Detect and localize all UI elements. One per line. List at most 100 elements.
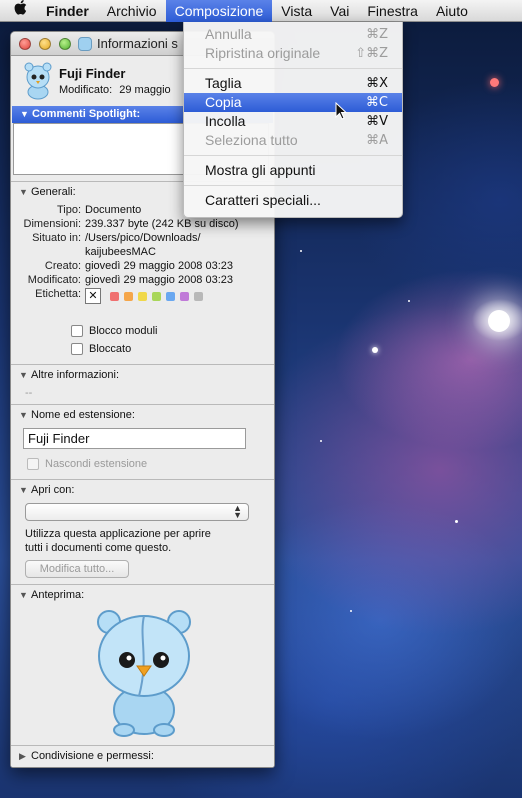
disclosure-open-icon[interactable]: ▼ xyxy=(19,407,31,424)
open-with-desc-line: tutti i documenti come questo. xyxy=(25,542,172,554)
menu-item-undo[interactable]: Annulla ⌘Z xyxy=(184,25,402,44)
file-icon xyxy=(24,62,52,100)
name-field[interactable]: Fuji Finder xyxy=(23,428,246,449)
menu-item-label: Copia xyxy=(205,94,242,110)
menu-aiuto[interactable]: Aiuto xyxy=(427,0,477,22)
menu-bar: Finder Archivio Composizione Vista Vai F… xyxy=(0,0,522,22)
info-row: Dimensioni: 239.337 byte (242 KB su disco… xyxy=(11,217,274,231)
menu-item-shortcut: ⌘A xyxy=(366,133,388,148)
info-key: Tipo: xyxy=(56,204,81,216)
menu-vai[interactable]: Vai xyxy=(321,0,358,22)
divider xyxy=(11,479,274,480)
modified-label: Modificato: xyxy=(59,84,113,96)
apple-menu-icon[interactable] xyxy=(0,0,37,22)
disclosure-open-icon[interactable]: ▼ xyxy=(20,106,32,123)
preview-label: Anteprima: xyxy=(31,589,85,601)
menu-vista[interactable]: Vista xyxy=(272,0,321,22)
label-gray[interactable] xyxy=(194,291,203,301)
menu-item-label: Ripristina originale xyxy=(205,45,321,61)
disclosure-open-icon[interactable]: ▼ xyxy=(19,367,31,384)
menu-item-label: Incolla xyxy=(205,113,246,129)
open-with-label: Apri con: xyxy=(31,484,75,496)
change-all-button[interactable]: Modifica tutto... xyxy=(25,560,129,578)
close-button[interactable] xyxy=(19,38,31,50)
info-value: Documento xyxy=(85,204,142,216)
star xyxy=(408,300,410,302)
more-info-label: Altre informazioni: xyxy=(31,369,120,381)
minimize-button[interactable] xyxy=(39,38,51,50)
menu-item-copy[interactable]: Copia ⌘C xyxy=(184,93,402,112)
stationery-checkbox[interactable] xyxy=(71,325,83,337)
locked-checkbox[interactable] xyxy=(71,343,83,355)
open-with-desc-line: Utilizza questa applicazione per aprire xyxy=(25,528,211,540)
modified-value: 29 maggio xyxy=(119,84,171,96)
label-key: Etichetta: xyxy=(35,288,81,300)
menu-item-show-clipboard[interactable]: Mostra gli appunti xyxy=(184,161,402,180)
document-icon xyxy=(78,37,92,51)
divider xyxy=(11,584,274,585)
more-info-header[interactable]: ▼ Altre informazioni: xyxy=(11,367,274,384)
preview-header[interactable]: ▼ Anteprima: xyxy=(11,587,274,604)
window-title: Informazioni s xyxy=(97,36,178,51)
disclosure-open-icon[interactable]: ▼ xyxy=(19,482,31,499)
spotlight-comments-label: Commenti Spotlight: xyxy=(32,108,141,120)
label-red[interactable] xyxy=(110,291,119,301)
menu-item-revert[interactable]: Ripristina originale ⇧⌘Z xyxy=(184,44,402,63)
open-with-select[interactable]: ▲ ▼ xyxy=(25,503,249,521)
menu-separator xyxy=(184,68,402,69)
menu-finestra[interactable]: Finestra xyxy=(358,0,427,22)
menu-composizione[interactable]: Composizione xyxy=(165,0,273,22)
zoom-button[interactable] xyxy=(59,38,71,50)
preview-area xyxy=(11,604,274,744)
label-yellow[interactable] xyxy=(138,291,147,301)
menu-separator xyxy=(184,185,402,186)
menu-item-shortcut: ⌘V xyxy=(366,114,388,129)
no-label-button[interactable]: ✕ xyxy=(85,288,101,304)
star xyxy=(320,440,322,442)
menu-item-select-all[interactable]: Seleziona tutto ⌘A xyxy=(184,131,402,150)
divider xyxy=(11,364,274,365)
menu-item-cut[interactable]: Taglia ⌘X xyxy=(184,74,402,93)
hide-extension-label: Nascondi estensione xyxy=(45,458,148,470)
label-purple[interactable] xyxy=(180,291,189,301)
menu-item-label: Taglia xyxy=(205,75,242,91)
open-with-header[interactable]: ▼ Apri con: xyxy=(11,482,274,499)
sharing-permissions-header[interactable]: ▶ Condivisione e permessi: xyxy=(11,745,274,767)
menu-finder[interactable]: Finder xyxy=(37,0,98,22)
menu-item-label: Annulla xyxy=(205,26,252,42)
open-with-description: Utilizza questa applicazione per aprire … xyxy=(11,527,274,555)
menu-item-special-characters[interactable]: Caratteri speciali... xyxy=(184,191,402,210)
info-key xyxy=(11,245,85,259)
star xyxy=(300,250,302,252)
menu-archivio[interactable]: Archivio xyxy=(98,0,166,22)
locked-option[interactable]: Bloccato xyxy=(71,340,274,358)
stationery-option[interactable]: Blocco moduli xyxy=(71,322,274,340)
stationery-label: Blocco moduli xyxy=(89,325,158,337)
info-key: Situato in: xyxy=(32,232,81,244)
menu-separator xyxy=(184,155,402,156)
menu-item-label: Seleziona tutto xyxy=(205,132,298,148)
label-orange[interactable] xyxy=(124,291,133,301)
file-name: Fuji Finder xyxy=(59,66,126,81)
star xyxy=(455,520,458,523)
info-row: Creato: giovedì 29 maggio 2008 03:23 xyxy=(11,259,274,273)
star xyxy=(350,610,352,612)
disclosure-closed-icon[interactable]: ▶ xyxy=(19,746,31,766)
divider xyxy=(11,404,274,405)
hide-extension-option[interactable]: Nascondi estensione xyxy=(27,455,274,473)
label-green[interactable] xyxy=(152,291,161,301)
name-extension-header[interactable]: ▼ Nome ed estensione: xyxy=(11,407,274,424)
sharing-permissions-label: Condivisione e permessi: xyxy=(31,750,154,762)
menu-item-paste[interactable]: Incolla ⌘V xyxy=(184,112,402,131)
info-key: Dimensioni: xyxy=(23,218,81,230)
info-value: /Users/pico/Downloads/ xyxy=(85,232,201,244)
disclosure-open-icon[interactable]: ▼ xyxy=(19,587,31,604)
star xyxy=(490,78,499,87)
menu-item-shortcut: ⌘Z xyxy=(366,27,388,42)
menu-item-shortcut: ⇧⌘Z xyxy=(355,46,388,61)
info-value: giovedì 29 maggio 2008 03:23 xyxy=(85,260,234,272)
star xyxy=(372,347,378,353)
label-blue[interactable] xyxy=(166,291,175,301)
hide-extension-checkbox[interactable] xyxy=(27,458,39,470)
disclosure-open-icon[interactable]: ▼ xyxy=(19,184,31,201)
